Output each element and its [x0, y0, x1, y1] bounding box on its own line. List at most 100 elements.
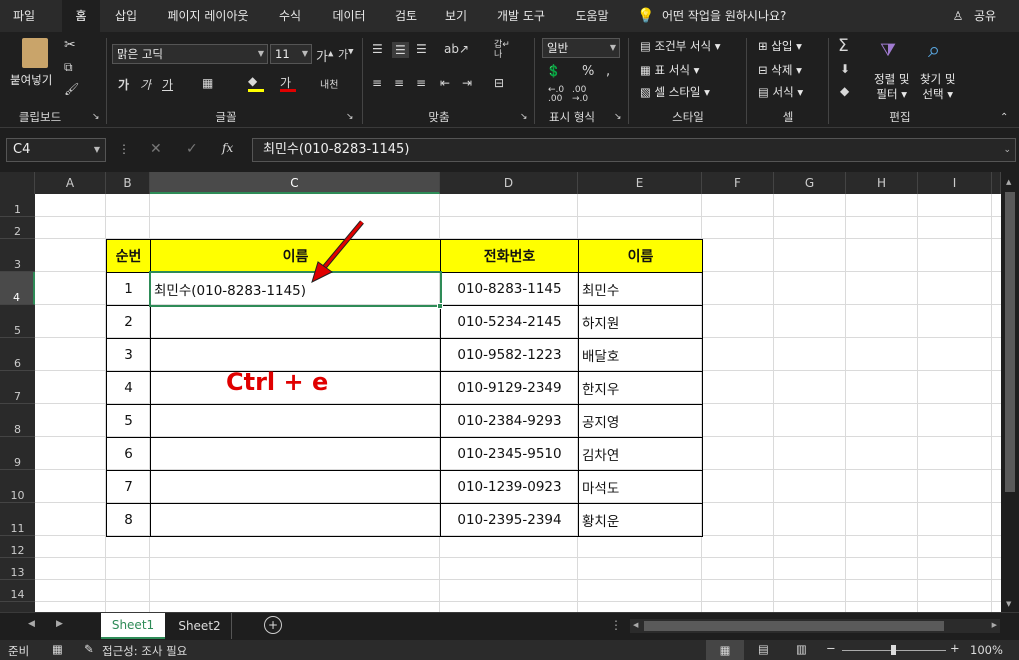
font-size-select[interactable]: 11 ▼ [270, 44, 312, 64]
align-center-icon[interactable]: ≡ [394, 76, 404, 90]
macro-record-icon[interactable]: ▦ [52, 642, 63, 656]
magnifier-icon[interactable]: ⌕ [928, 38, 940, 63]
autosum-icon[interactable]: Σ [838, 36, 849, 56]
zoom-level[interactable]: 100% [970, 643, 1003, 657]
row-header[interactable]: 7 [0, 371, 35, 404]
row-header[interactable]: 2 [0, 217, 35, 239]
delete-cells-button[interactable]: ⊟ 삭제 ▾ [758, 62, 802, 78]
tab-developer[interactable]: 개발 도구 [486, 0, 556, 32]
dialog-launcher-icon[interactable]: ↘ [92, 112, 100, 122]
row-header[interactable]: 6 [0, 338, 35, 371]
vertical-scrollbar[interactable]: ▲ ▼ [1001, 172, 1019, 612]
format-cells-button[interactable]: ▤ 서식 ▾ [758, 84, 803, 100]
row-header[interactable]: 10 [0, 470, 35, 503]
table-cell-name[interactable]: 배달호 [578, 338, 703, 372]
table-cell-phone[interactable]: 010-5234-2145 [440, 305, 579, 339]
merge-center-icon[interactable]: ⊟ [494, 76, 504, 90]
column-header-h[interactable]: H [846, 172, 918, 194]
table-cell-phone[interactable]: 010-2345-9510 [440, 437, 579, 471]
tab-view[interactable]: 보기 [436, 0, 476, 32]
table-cell-name[interactable]: 최민수 [578, 272, 703, 306]
select-all-corner[interactable] [0, 172, 35, 194]
align-middle-icon[interactable]: ☰ [392, 42, 409, 58]
page-break-view-icon[interactable]: ▥ [796, 642, 807, 656]
scroll-thumb[interactable] [1005, 192, 1015, 492]
percent-icon[interactable]: % [582, 64, 594, 79]
tab-home[interactable]: 홈 [62, 0, 100, 32]
table-cell-no[interactable]: 7 [106, 470, 151, 504]
hscroll-thumb[interactable] [644, 621, 944, 631]
add-sheet-icon[interactable]: + [264, 616, 282, 634]
column-header-j[interactable] [992, 172, 1001, 194]
share-button[interactable]: 공유 [968, 0, 1002, 32]
zoom-out-icon[interactable]: − [826, 641, 836, 655]
font-name-select[interactable]: 맑은 고딕 ▼ [112, 44, 268, 64]
increase-decimal-icon[interactable]: ←.0.00 [548, 86, 564, 104]
tell-me-search[interactable]: 어떤 작업을 원하시나요? [662, 0, 812, 32]
table-cell-no[interactable]: 6 [106, 437, 151, 471]
table-cell-no[interactable]: 4 [106, 371, 151, 405]
row-header[interactable]: 15 [0, 602, 35, 612]
accessibility-status[interactable]: 접근성: 조사 필요 [102, 643, 187, 659]
row-header[interactable]: 5 [0, 305, 35, 338]
tab-file[interactable]: 파일 [0, 0, 48, 32]
header-cell-no[interactable]: 순번 [106, 239, 151, 273]
worksheet-grid[interactable]: A B C D E F G H I 123456789101112131415 … [0, 172, 1001, 612]
next-sheet-icon[interactable]: ▶ [56, 619, 63, 629]
align-top-icon[interactable]: ☰ [372, 42, 383, 56]
align-bottom-icon[interactable]: ☰ [416, 42, 427, 56]
table-cell-c[interactable] [150, 503, 441, 537]
scroll-left-icon[interactable]: ◀ [633, 621, 638, 629]
row-header[interactable]: 12 [0, 536, 35, 558]
row-header[interactable]: 3 [0, 239, 35, 272]
cut-icon[interactable]: ✂ [64, 37, 76, 53]
normal-view-icon[interactable]: ▦ [706, 640, 744, 660]
table-cell-name[interactable]: 하지원 [578, 305, 703, 339]
tab-data[interactable]: 데이터 [322, 0, 376, 32]
table-cell-phone[interactable]: 010-2395-2394 [440, 503, 579, 537]
table-cell-no[interactable]: 3 [106, 338, 151, 372]
zoom-in-icon[interactable]: + [950, 641, 960, 655]
column-header-i[interactable]: I [918, 172, 992, 194]
table-cell-no[interactable]: 8 [106, 503, 151, 537]
name-box[interactable]: C4 ▼ [6, 138, 106, 162]
increase-indent-icon[interactable]: ⇥ [462, 76, 472, 90]
tab-help[interactable]: 도움말 [566, 0, 618, 32]
zoom-slider-thumb[interactable] [891, 645, 896, 655]
font-color-icon[interactable]: 가 [280, 74, 296, 92]
sheet-tab-sheet2[interactable]: Sheet2 [168, 613, 232, 639]
row-header[interactable]: 8 [0, 404, 35, 437]
row-header[interactable]: 9 [0, 437, 35, 470]
page-layout-view-icon[interactable]: ▤ [758, 642, 769, 656]
format-painter-icon[interactable]: 🖌 [64, 82, 79, 96]
increase-font-icon[interactable]: 가▲ [316, 46, 333, 65]
column-header-g[interactable]: G [774, 172, 846, 194]
row-header[interactable]: 4 [0, 272, 35, 305]
insert-cells-button[interactable]: ⊞ 삽입 ▾ [758, 38, 802, 54]
number-format-select[interactable]: 일반 ▼ [542, 38, 620, 58]
border-icon[interactable]: ▦ [202, 76, 213, 90]
sort-filter-button[interactable]: 정렬 및 필터 ▾ [874, 72, 909, 102]
find-select-button[interactable]: 찾기 및 선택 ▾ [920, 72, 955, 102]
table-cell-no[interactable]: 1 [106, 272, 151, 306]
table-cell-c[interactable] [150, 470, 441, 504]
header-cell-name[interactable]: 이름 [150, 239, 441, 273]
scroll-up-icon[interactable]: ▲ [1006, 178, 1011, 186]
cell-styles-button[interactable]: ▧ 셀 스타일 ▾ [640, 84, 710, 100]
copy-icon[interactable]: ⧉ [64, 60, 73, 75]
cancel-icon[interactable]: ✕ [150, 141, 162, 157]
tab-review[interactable]: 검토 [386, 0, 426, 32]
wrap-text-icon[interactable]: 갑↵ 나 [494, 40, 510, 60]
conditional-format-button[interactable]: ▤ 조건부 서식 ▾ [640, 38, 721, 54]
table-cell-phone[interactable]: 010-2384-9293 [440, 404, 579, 438]
dialog-launcher-icon[interactable]: ↘ [520, 112, 528, 122]
table-cell-phone[interactable]: 010-9582-1223 [440, 338, 579, 372]
column-header-d[interactable]: D [440, 172, 578, 194]
column-header-f[interactable]: F [702, 172, 774, 194]
table-cell-no[interactable]: 2 [106, 305, 151, 339]
clear-icon[interactable]: ◆ [840, 84, 849, 98]
align-right-icon[interactable]: ≡ [416, 76, 426, 90]
table-cell-no[interactable]: 5 [106, 404, 151, 438]
table-cell-name[interactable]: 김차연 [578, 437, 703, 471]
italic-icon[interactable]: 가 [140, 76, 151, 93]
